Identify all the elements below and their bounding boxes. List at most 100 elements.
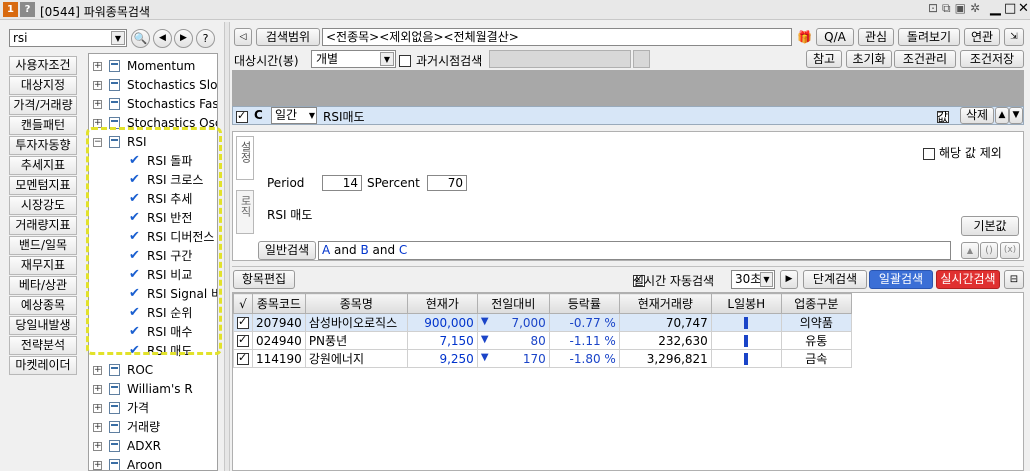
chevron-down-icon[interactable]: ▼ <box>760 272 773 287</box>
target-time-select[interactable]: 개별 ▼ <box>311 50 396 68</box>
export-icon[interactable]: ⊟ <box>1004 270 1024 289</box>
search-input[interactable]: rsi <box>13 31 28 45</box>
logic-expression[interactable]: A and B and C <box>318 241 951 260</box>
link-button[interactable]: 연관 <box>964 28 1000 46</box>
step-search-button[interactable]: 단계검색 <box>803 270 867 289</box>
column-header[interactable]: 현재가 <box>406 293 478 314</box>
category-item[interactable]: 당일내발생 <box>9 316 77 335</box>
tree-item[interactable]: + William's R <box>89 380 217 398</box>
search-icon[interactable]: 🔍 <box>131 29 150 48</box>
expand-icon[interactable]: + <box>93 442 102 451</box>
table-row[interactable]: 024940PN풍년7,150▼ 80-1.11 %232,630 유통 <box>233 331 852 350</box>
maximize-icon[interactable]: □ <box>1004 1 1016 16</box>
collapse-left-icon[interactable]: ◁ <box>234 28 252 46</box>
tab-settings[interactable]: 설정 <box>236 136 254 180</box>
general-search-button[interactable]: 일반검색 <box>258 241 316 260</box>
category-item[interactable]: 투자자동향 <box>9 136 77 155</box>
tree-item[interactable]: + 가격 <box>89 399 217 417</box>
tree-item[interactable]: + ROC <box>89 361 217 379</box>
condition-manage-button[interactable]: 조건관리 <box>894 50 956 68</box>
browse-button[interactable]: 돌려보기 <box>898 28 960 46</box>
row-checkbox[interactable] <box>233 349 253 368</box>
expand-icon[interactable]: + <box>93 81 102 90</box>
condition-save-button[interactable]: 조건저장 <box>960 50 1024 68</box>
checkbox[interactable] <box>237 315 249 329</box>
category-item[interactable]: 사용자조건 <box>9 56 77 75</box>
condition-checkbox[interactable] <box>236 109 248 123</box>
expand-icon[interactable]: + <box>93 461 102 470</box>
chevron-down-icon[interactable]: ▼ <box>380 52 394 66</box>
category-item[interactable]: 가격/거래량 <box>9 96 77 115</box>
row-checkbox[interactable] <box>233 331 253 350</box>
category-item[interactable]: 베타/상관 <box>9 276 77 295</box>
table-row[interactable]: 114190강원에너지9,250▼ 170-1.80 %3,296,821 금속 <box>233 349 852 368</box>
close-icon[interactable]: ✕ <box>1018 1 1029 16</box>
expand-icon[interactable]: + <box>93 100 102 109</box>
expand-icon[interactable]: + <box>93 366 102 375</box>
default-value-button[interactable]: 기본값 <box>961 216 1019 236</box>
prev-arrow-icon[interactable]: ◀ <box>153 29 172 48</box>
expand-icon[interactable]: + <box>93 62 102 71</box>
tree-item[interactable]: + Stochastics Slow <box>89 76 217 94</box>
expand-icon[interactable]: ⇲ <box>1004 28 1024 46</box>
column-header[interactable]: L일봉H <box>710 293 782 314</box>
help-icon[interactable]: ? <box>20 2 35 17</box>
column-header[interactable]: 종목코드 <box>252 293 306 314</box>
expand-icon[interactable]: + <box>93 385 102 394</box>
reference-button[interactable]: 참고 <box>806 50 842 68</box>
realtime-search-button[interactable]: 실시간검색 <box>936 270 1000 289</box>
row-checkbox[interactable] <box>233 313 253 332</box>
category-item[interactable]: 거래량지표 <box>9 216 77 235</box>
move-up-icon[interactable]: ▲ <box>995 107 1009 124</box>
past-search-checkbox[interactable] <box>399 54 411 67</box>
scope-field[interactable]: <전종목><제외없음><전체월결산> <box>322 28 792 46</box>
category-item[interactable]: 시장강도 <box>9 196 77 215</box>
category-item[interactable]: 추세지표 <box>9 156 77 175</box>
category-item[interactable]: 대상지정 <box>9 76 77 95</box>
next-arrow-icon[interactable]: ▶ <box>174 29 193 48</box>
delete-button[interactable]: 삭제 <box>960 107 994 124</box>
search-combo[interactable]: rsi ▼ <box>9 29 127 47</box>
logic-paren-icon[interactable]: () <box>980 242 998 259</box>
category-item[interactable]: 전략분석 <box>9 336 77 355</box>
tab-logic[interactable]: 로직 <box>236 190 254 234</box>
period-select[interactable]: 일간 ▼ <box>271 107 317 124</box>
category-item[interactable]: 예상종목 <box>9 296 77 315</box>
column-header[interactable]: 업종구분 <box>780 293 852 314</box>
category-item[interactable]: 모멘텀지표 <box>9 176 77 195</box>
tree-item[interactable]: + ADXR <box>89 437 217 455</box>
exclude-checkbox[interactable] <box>923 147 935 160</box>
logic-clear-icon[interactable]: (x) <box>1000 242 1020 259</box>
category-item[interactable]: 마켓레이더 <box>9 356 77 375</box>
expand-icon[interactable]: + <box>93 404 102 413</box>
tree-item[interactable]: + Aroon <box>89 456 217 470</box>
column-header[interactable]: 전일대비 <box>476 293 550 314</box>
checkbox[interactable] <box>237 333 249 347</box>
qa-button[interactable]: Q/A <box>816 28 854 46</box>
logic-up-icon[interactable]: ▲ <box>961 242 979 259</box>
chevron-down-icon[interactable]: ▼ <box>309 108 315 123</box>
splitter[interactable] <box>224 22 230 471</box>
minimize-icon[interactable]: ▁ <box>990 0 1001 16</box>
window-tool-icons[interactable]: ⊡⧉▣✲ <box>928 1 984 16</box>
table-row[interactable]: 207940삼성바이오로직스900,000▼ 7,000-0.77 %70,747… <box>233 313 852 332</box>
expand-icon[interactable]: + <box>93 423 102 432</box>
batch-search-button[interactable]: 일괄검색 <box>869 270 933 289</box>
category-item[interactable]: 밴드/일목 <box>9 236 77 255</box>
interval-select[interactable]: 30초 ▼ <box>731 270 775 289</box>
column-header[interactable]: 종목명 <box>304 293 408 314</box>
help-button[interactable]: ? <box>196 29 215 48</box>
favorite-button[interactable]: 관심 <box>858 28 894 46</box>
spercent-input[interactable]: 70 <box>427 175 467 191</box>
column-header[interactable]: 현재거래량 <box>618 293 712 314</box>
tree-item[interactable]: + Stochastics Fast <box>89 95 217 113</box>
tree-item[interactable]: + 거래량 <box>89 418 217 436</box>
chevron-down-icon[interactable]: ▼ <box>111 31 125 45</box>
play-icon[interactable]: ▶ <box>780 270 798 289</box>
category-item[interactable]: 캔들패턴 <box>9 116 77 135</box>
period-input[interactable]: 14 <box>322 175 362 191</box>
column-header[interactable]: 등락률 <box>548 293 620 314</box>
column-header[interactable]: √ <box>233 293 253 314</box>
tree-item[interactable]: + Momentum <box>89 57 217 75</box>
gift-icon[interactable]: 🎁 <box>797 30 812 44</box>
